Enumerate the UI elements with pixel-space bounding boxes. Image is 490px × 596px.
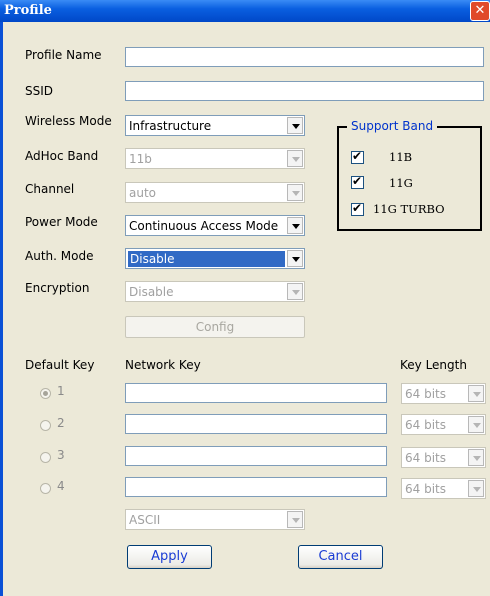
chevron-down-icon [468,385,484,402]
auth-mode-value: Disable [128,251,285,267]
network-key-input-4[interactable] [125,477,387,497]
close-button[interactable]: ✕ [470,1,490,21]
chevron-down-icon [287,511,303,528]
encryption-value: Disable [129,285,174,299]
adhoc-band-value: 11b [129,152,152,166]
default-key-radio-4[interactable] [40,483,51,494]
auth-mode-label: Auth. Mode [25,249,94,263]
default-key-header: Default Key [25,358,95,372]
chevron-down-icon[interactable] [287,250,303,267]
network-key-header: Network Key [125,358,201,372]
chevron-down-icon [287,283,303,300]
config-button: Config [125,316,305,338]
cancel-button[interactable]: Cancel [298,545,383,569]
default-key-radio-label: 2 [57,416,65,430]
default-key-radio-label: 1 [57,384,65,398]
key-length-value: 64 bits [405,482,446,496]
chevron-down-icon[interactable] [287,117,303,134]
power-mode-select[interactable]: Continuous Access Mode [125,215,305,236]
auth-mode-select[interactable]: Disable [125,248,305,269]
band-11g-turbo-checkbox[interactable] [351,201,364,216]
chevron-down-icon [468,480,484,497]
key-format-select: ASCII [125,509,305,530]
chevron-down-icon[interactable] [287,217,303,234]
chevron-down-icon [287,184,303,201]
power-mode-label: Power Mode [25,215,98,229]
key-length-header: Key Length [400,358,467,372]
support-band-title: Support Band [347,119,438,133]
default-key-radio-1[interactable] [40,388,51,399]
apply-button[interactable]: Apply [127,545,212,569]
chevron-down-icon [468,449,484,466]
network-key-input-3[interactable] [125,446,387,466]
key-length-select-3: 64 bits [401,447,486,468]
default-key-radio-label: 3 [57,448,65,462]
chevron-down-icon [468,416,484,433]
power-mode-value: Continuous Access Mode [129,219,279,233]
channel-value: auto [129,186,157,200]
adhoc-band-select: 11b [125,148,305,169]
key-length-select-1: 64 bits [401,383,486,404]
band-11g-label: 11G [389,176,413,190]
wireless-mode-value: Infrastructure [129,119,212,133]
default-key-radio-label: 4 [57,479,65,493]
window-border [0,22,3,596]
ssid-input[interactable] [125,81,484,101]
key-length-value: 64 bits [405,387,446,401]
default-key-radio-2[interactable] [40,420,51,431]
key-length-select-4: 64 bits [401,478,486,499]
close-icon: ✕ [474,3,486,18]
wireless-mode-select[interactable]: Infrastructure [125,115,305,136]
key-length-select-2: 64 bits [401,414,486,435]
network-key-input-1[interactable] [125,383,387,403]
encryption-label: Encryption [25,281,90,295]
adhoc-band-label: AdHoc Band [25,149,99,163]
band-11b-checkbox[interactable] [351,149,364,164]
title-bar: Profile ✕ [0,0,490,22]
key-length-value: 64 bits [405,418,446,432]
chevron-down-icon [287,150,303,167]
band-11b-label: 11B [389,150,413,164]
channel-select: auto [125,182,305,203]
support-band-group: Support Band 11B 11G 11G TURBO [337,119,482,231]
profile-name-label: Profile Name [25,48,102,62]
channel-label: Channel [25,182,75,196]
encryption-select: Disable [125,281,305,302]
key-length-value: 64 bits [405,451,446,465]
profile-dialog: Profile ✕ Profile Name SSID Wireless Mod… [0,0,490,596]
profile-name-input[interactable] [125,47,484,67]
window-title: Profile [4,3,52,18]
ssid-label: SSID [25,84,54,98]
wireless-mode-label: Wireless Mode [25,114,112,128]
band-11g-checkbox[interactable] [351,174,364,189]
band-11g-turbo-label: 11G TURBO [373,202,445,216]
default-key-radio-3[interactable] [40,452,51,463]
key-format-value: ASCII [129,513,161,527]
network-key-input-2[interactable] [125,414,387,434]
